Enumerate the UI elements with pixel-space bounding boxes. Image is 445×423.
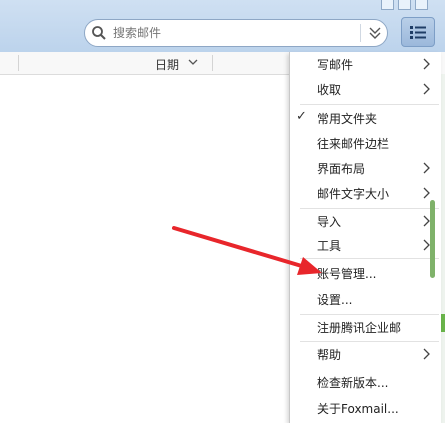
red-arrow-annotation (172, 226, 322, 275)
